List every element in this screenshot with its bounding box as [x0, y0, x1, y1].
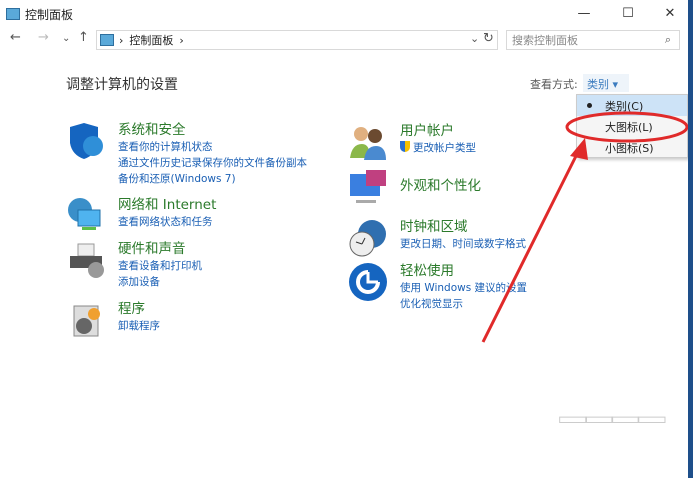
arrow-head: [570, 138, 588, 160]
red-annotation: [481, 111, 689, 343]
watermark-logo: ▔▔▔▔: [560, 418, 666, 459]
arrow-shaft: [481, 151, 580, 343]
window-edge: [688, 0, 693, 478]
highlight-ellipse: [565, 111, 689, 143]
